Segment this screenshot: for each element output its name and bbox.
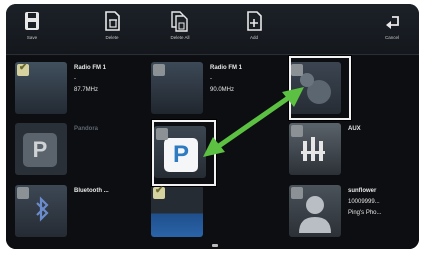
tile-checkbox[interactable] <box>291 187 303 199</box>
tile-line2: - <box>210 76 212 82</box>
tile-checkbox-checked[interactable] <box>153 185 165 199</box>
tile-checkbox-checked[interactable] <box>17 62 29 76</box>
cancel-button[interactable]: Cancel <box>372 8 412 50</box>
tile-pandora-dim[interactable]: P Pandora <box>12 120 142 178</box>
toolbar: Save Delete Delete All Add Cancel <box>6 4 419 55</box>
delete-label: Delete <box>105 35 119 40</box>
tile-line3: Ping's Pho... <box>348 210 382 216</box>
back-arrow-icon <box>386 16 399 29</box>
tile-info: Pandora <box>74 124 140 135</box>
tile-title: Pandora <box>74 126 99 132</box>
tile-title: Radio FM 1 <box>74 65 107 71</box>
tile-title: Bluetooth ... <box>74 188 109 194</box>
tile-radio-fm1-a[interactable]: Radio FM 1 - 87.7MHz <box>12 59 142 117</box>
tile-checkbox[interactable] <box>153 64 165 76</box>
tile-checkbox[interactable] <box>156 128 168 140</box>
tile-aux[interactable]: AUX <box>286 120 416 178</box>
tile-checkbox[interactable] <box>17 187 29 199</box>
delete-all-label: Delete All <box>170 35 190 40</box>
tile-usb-media[interactable] <box>148 182 278 240</box>
tile-line2: 10009999... <box>348 199 380 205</box>
tile-line2: - <box>74 76 76 82</box>
tile-info: AUX <box>348 124 414 135</box>
save-icon <box>25 12 39 30</box>
tile-checkbox[interactable] <box>291 125 303 137</box>
add-label: Add <box>249 35 258 40</box>
tile-info: Bluetooth ... <box>74 186 140 197</box>
tile-frequency: 87.7MHz <box>74 87 99 93</box>
cancel-label: Cancel <box>384 35 399 40</box>
pandora-thumbnail: P <box>15 123 67 175</box>
tile-checkbox[interactable] <box>291 64 303 76</box>
tile-bluetooth[interactable]: Bluetooth ... <box>12 182 142 240</box>
tile-phone-contact[interactable]: sunflower 10009999... Ping's Pho... <box>286 182 416 240</box>
delete-all-icon <box>171 11 188 32</box>
tile-title: AUX <box>348 126 361 132</box>
delete-button[interactable]: Delete <box>92 8 132 50</box>
tile-radio-fm1-b[interactable]: Radio FM 1 - 90.0MHz <box>148 59 278 117</box>
add-button[interactable]: Add <box>234 8 274 50</box>
save-button[interactable]: Save <box>12 8 52 50</box>
tile-info: Radio FM 1 - 90.0MHz <box>210 63 276 96</box>
save-label: Save <box>26 35 38 40</box>
tile-frequency: 90.0MHz <box>210 87 235 93</box>
add-file-icon <box>247 11 262 31</box>
tile-title: Radio FM 1 <box>210 65 243 71</box>
tile-title: sunflower <box>348 188 377 194</box>
page-indicator <box>212 244 218 247</box>
pandora-logo-icon: P <box>23 133 57 167</box>
tile-info: Radio FM 1 - 87.7MHz <box>74 63 140 96</box>
delete-file-icon <box>105 11 120 31</box>
delete-all-button[interactable]: Delete All <box>160 8 200 50</box>
tile-info: sunflower 10009999... Ping's Pho... <box>348 186 414 219</box>
app-screen: Save Delete Delete All Add Cancel ✔ Radi… <box>6 4 419 249</box>
